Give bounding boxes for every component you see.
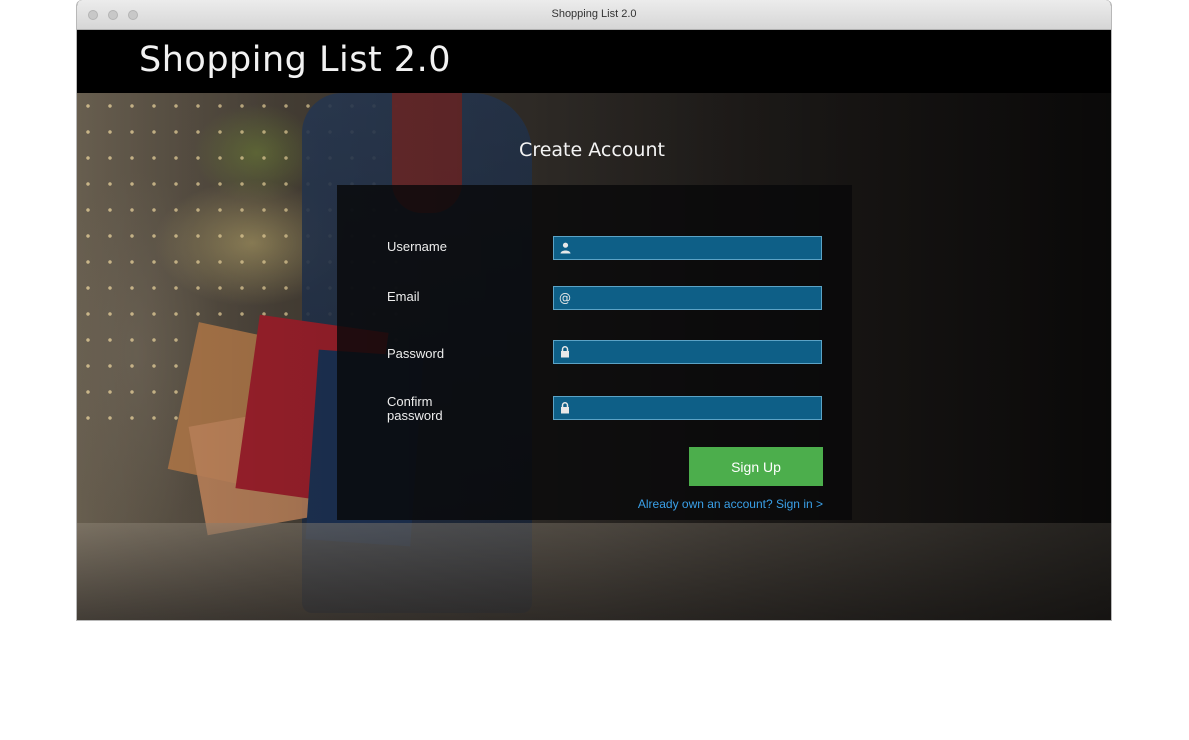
app-title: Shopping List 2.0 bbox=[139, 40, 451, 80]
password-field[interactable] bbox=[553, 340, 822, 364]
window-titlebar[interactable]: Shopping List 2.0 bbox=[77, 0, 1111, 30]
form-title: Create Account bbox=[519, 139, 665, 161]
email-input[interactable] bbox=[574, 287, 820, 309]
sign-in-link[interactable]: Already own an account? Sign in > bbox=[638, 497, 823, 511]
password-label: Password bbox=[387, 346, 445, 361]
create-account-panel: Username Email @ Password Confirm passwo… bbox=[337, 185, 852, 520]
confirm-password-field[interactable] bbox=[553, 396, 822, 420]
at-icon: @ bbox=[559, 291, 571, 305]
confirm-password-label: Confirm password bbox=[387, 394, 443, 423]
lock-icon bbox=[558, 400, 572, 416]
window-title: Shopping List 2.0 bbox=[551, 8, 637, 20]
username-input[interactable] bbox=[574, 237, 820, 259]
username-label: Username bbox=[387, 239, 447, 254]
email-field[interactable]: @ bbox=[553, 286, 822, 310]
email-label: Email bbox=[387, 289, 420, 304]
app-header: Shopping List 2.0 bbox=[77, 30, 1111, 93]
sign-up-button[interactable]: Sign Up bbox=[689, 447, 823, 486]
lock-icon bbox=[558, 344, 572, 360]
username-field[interactable] bbox=[553, 236, 822, 260]
user-icon bbox=[558, 240, 572, 256]
app-window: Shopping List 2.0 Shopping List 2.0 Crea… bbox=[76, 0, 1112, 621]
confirm-password-input[interactable] bbox=[574, 397, 820, 419]
password-input[interactable] bbox=[574, 341, 820, 363]
